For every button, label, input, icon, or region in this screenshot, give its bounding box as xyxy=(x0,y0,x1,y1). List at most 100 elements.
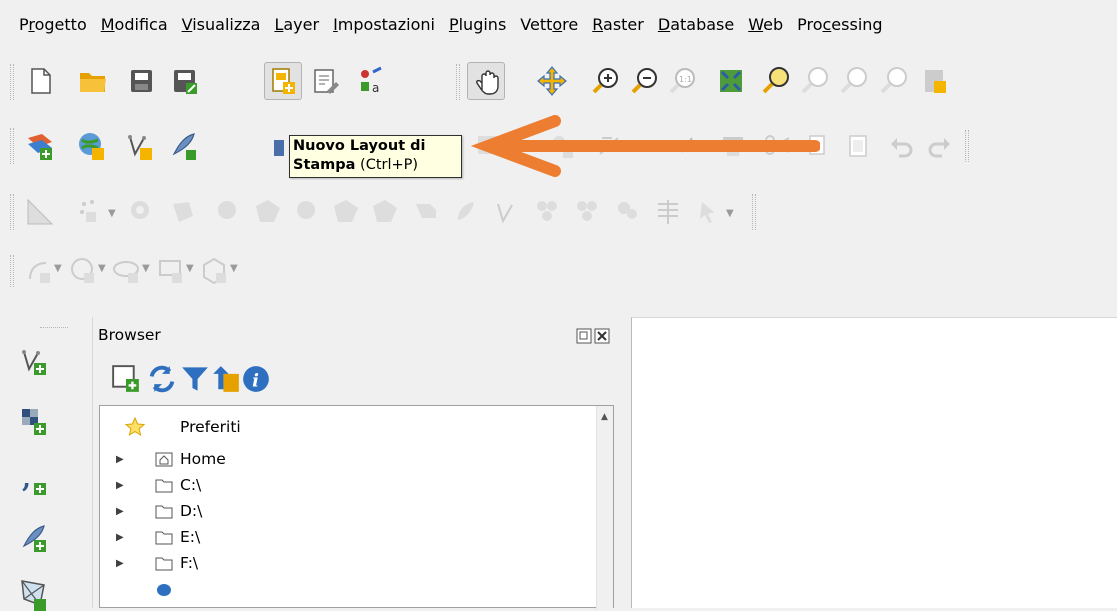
add-part-icon[interactable] xyxy=(165,194,201,230)
zoom-out-icon[interactable] xyxy=(627,63,663,99)
add-ring-icon[interactable] xyxy=(124,194,160,230)
add-circle-icon[interactable] xyxy=(66,253,96,283)
zoom-last-icon[interactable] xyxy=(836,63,872,99)
style-manager-icon[interactable]: a xyxy=(352,63,388,99)
offset-point-symbols-icon[interactable] xyxy=(610,194,646,230)
delete-ring-icon[interactable] xyxy=(250,194,286,230)
save-project-icon[interactable] xyxy=(123,63,159,99)
digitizing-panel-icon[interactable] xyxy=(22,194,58,230)
merge-attributes-icon[interactable] xyxy=(530,194,566,230)
pan-map-icon[interactable] xyxy=(467,62,505,100)
float-panel-icon[interactable] xyxy=(576,328,592,344)
layout-manager-icon[interactable] xyxy=(307,63,343,99)
tree-item-drive-f[interactable]: ▶ F:\ xyxy=(100,550,595,576)
toolbar-grip[interactable] xyxy=(40,327,68,328)
menu-raster[interactable]: Raster xyxy=(592,0,644,50)
collapse-all-icon[interactable] xyxy=(208,361,239,392)
tree-item-label: Home xyxy=(180,450,226,468)
close-panel-icon[interactable] xyxy=(594,328,610,344)
menu-modifica[interactable]: Modifica xyxy=(101,0,168,50)
tree-item-drive-d[interactable]: ▶ D:\ xyxy=(100,498,595,524)
pan-to-selection-icon[interactable] xyxy=(534,63,570,99)
menu-web[interactable]: Web xyxy=(748,0,783,50)
panel-dock-buttons xyxy=(576,328,612,344)
add-mesh-layer-icon[interactable] xyxy=(16,575,52,611)
toolbar-grip[interactable] xyxy=(10,128,14,164)
scroll-up-icon[interactable]: ▲ xyxy=(601,412,608,422)
paste-features-icon[interactable] xyxy=(840,128,876,164)
menu-vettore[interactable]: Vettore xyxy=(520,0,578,50)
new-vector-layer-icon[interactable] xyxy=(122,128,158,164)
add-vector-layer-icon[interactable] xyxy=(16,343,52,379)
dropdown-arrow-icon[interactable]: ▼ xyxy=(186,263,194,274)
dropdown-arrow-icon[interactable]: ▼ xyxy=(54,263,62,274)
plugin-icon[interactable] xyxy=(262,130,284,166)
info-icon[interactable]: i xyxy=(238,361,269,392)
expand-arrow-icon[interactable]: ▶ xyxy=(116,506,124,517)
delete-part-icon[interactable] xyxy=(290,194,326,230)
new-project-icon[interactable] xyxy=(22,63,58,99)
menu-progetto[interactable]: Progetto xyxy=(19,0,87,50)
new-print-layout-icon[interactable] xyxy=(264,62,302,100)
menu-visualizza[interactable]: Visualizza xyxy=(182,0,261,50)
toolbar-grip[interactable] xyxy=(10,194,14,230)
dropdown-arrow-icon[interactable]: ▼ xyxy=(98,263,106,274)
expand-arrow-icon[interactable]: ▶ xyxy=(116,480,124,491)
select-by-expression-icon[interactable] xyxy=(690,194,726,230)
tree-scrollbar[interactable]: ▲ xyxy=(596,406,613,609)
menu-processing[interactable]: Processing xyxy=(797,0,882,50)
menu-database[interactable]: Database xyxy=(658,0,734,50)
save-as-project-icon[interactable] xyxy=(166,63,202,99)
add-spatialite-layer-icon[interactable] xyxy=(16,520,52,556)
fill-ring-icon[interactable] xyxy=(211,194,247,230)
rotate-point-symbols-icon[interactable] xyxy=(570,194,606,230)
reshape-icon[interactable] xyxy=(328,194,364,230)
add-wms-layer-icon[interactable] xyxy=(74,128,110,164)
digitize-icon[interactable] xyxy=(166,128,202,164)
add-regular-polygon-icon[interactable] xyxy=(198,253,228,285)
expand-arrow-icon[interactable]: ▶ xyxy=(116,558,124,569)
add-delimited-text-layer-icon[interactable]: , xyxy=(16,463,52,499)
map-canvas[interactable] xyxy=(631,317,1117,608)
zoom-in-icon[interactable] xyxy=(588,63,624,99)
add-layer-icon[interactable] xyxy=(22,128,58,164)
dropdown-arrow-icon[interactable]: ▼ xyxy=(108,208,116,219)
add-selected-layers-icon[interactable] xyxy=(108,361,139,392)
add-raster-layer-icon[interactable] xyxy=(16,403,52,439)
dropdown-arrow-icon[interactable]: ▼ xyxy=(726,208,734,219)
split-features-icon[interactable] xyxy=(408,194,444,230)
zoom-native-resolution-icon[interactable]: 1:1 xyxy=(665,63,701,99)
add-ellipse-icon[interactable] xyxy=(110,253,140,283)
menu-plugins[interactable]: Plugins xyxy=(449,0,506,50)
offset-curve-icon[interactable] xyxy=(367,194,403,230)
tree-item-drive-c[interactable]: ▶ C:\ xyxy=(100,472,595,498)
tree-item-favorites[interactable]: Preferiti xyxy=(100,414,595,440)
map-tips-icon[interactable] xyxy=(918,63,954,99)
tree-item-drive-e[interactable]: ▶ E:\ xyxy=(100,524,595,550)
zoom-to-selection-icon[interactable] xyxy=(758,63,794,99)
toolbar-grip[interactable] xyxy=(10,64,14,100)
dropdown-arrow-icon[interactable]: ▼ xyxy=(142,263,150,274)
filter-icon[interactable] xyxy=(177,361,208,391)
trim-extend-icon[interactable] xyxy=(650,194,686,230)
dropdown-arrow-icon[interactable]: ▼ xyxy=(230,263,238,274)
refresh-icon[interactable] xyxy=(144,361,175,393)
add-rectangle-icon[interactable] xyxy=(154,253,184,283)
toolbar-grip[interactable] xyxy=(10,255,14,287)
menu-impostazioni[interactable]: Impostazioni xyxy=(333,0,435,50)
expand-arrow-icon[interactable]: ▶ xyxy=(116,532,124,543)
menu-layer[interactable]: Layer xyxy=(274,0,319,50)
undo-icon[interactable] xyxy=(883,128,919,164)
open-project-icon[interactable] xyxy=(75,63,111,99)
add-circular-string-icon[interactable] xyxy=(22,253,52,283)
split-parts-icon[interactable] xyxy=(448,194,484,230)
zoom-full-icon[interactable] xyxy=(713,63,749,99)
redo-icon[interactable] xyxy=(922,128,958,164)
shape-digitizing-toolbar: ▼ ▼ ▼ ▼ ▼ xyxy=(0,247,1117,293)
zoom-next-icon[interactable] xyxy=(876,63,912,99)
add-point-icon[interactable] xyxy=(72,194,108,230)
tree-item-home[interactable]: ▶ Home xyxy=(100,446,595,472)
merge-features-icon[interactable] xyxy=(490,194,526,230)
zoom-to-layer-icon[interactable] xyxy=(797,63,833,99)
expand-arrow-icon[interactable]: ▶ xyxy=(116,454,124,465)
